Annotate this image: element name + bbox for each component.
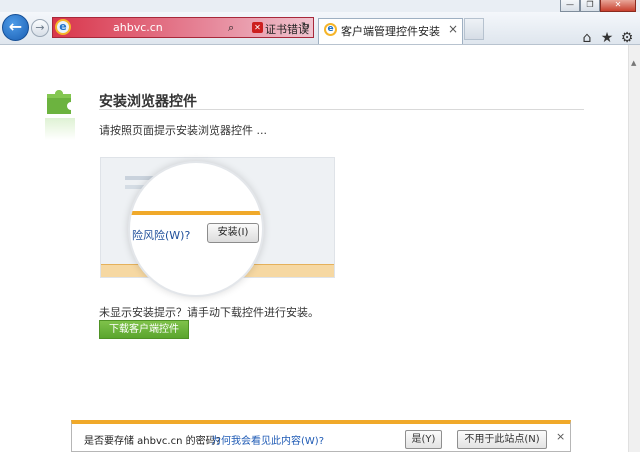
- tab-title: 客户端管理控件安装: [341, 25, 440, 38]
- ie-tab-icon: e: [324, 23, 337, 36]
- search-icon[interactable]: ⌕: [228, 21, 234, 35]
- title-bar: — ❐ ✕: [0, 0, 640, 12]
- navigation-bar: ← → e ahbvc.cn ⌕ ✕ 证书错误 ↻ e 客户端管理控件安装 × …: [0, 12, 640, 46]
- puzzle-reflection: [45, 118, 75, 140]
- manual-download-hint: 未显示安装提示？请手动下载控件进行安装。: [99, 306, 319, 319]
- page-title: 安装浏览器控件: [99, 94, 197, 110]
- not-for-this-site-button[interactable]: 不用于此站点(N): [457, 430, 547, 449]
- settings-icon[interactable]: ⚙: [620, 30, 634, 46]
- instruction-text: 请按照页面提示安装浏览器控件 ...: [99, 124, 267, 137]
- address-url[interactable]: ahbvc.cn: [113, 21, 163, 34]
- close-window-button[interactable]: ✕: [600, 0, 636, 12]
- magnifier-illustration: 险风险(W)? 安装(I): [128, 161, 264, 297]
- yes-button[interactable]: 是(Y): [405, 430, 442, 449]
- download-client-button[interactable]: 下载客户端控件: [99, 320, 189, 339]
- illustration-install-button: 安装(I): [207, 223, 259, 243]
- toolbar-icons: ⌂ ★ ⚙: [580, 30, 634, 46]
- window-controls: — ❐ ✕: [560, 0, 636, 12]
- forward-button[interactable]: →: [31, 19, 49, 37]
- illustration-risk-text: 险风险(W)?: [132, 229, 191, 242]
- magnifier-prompt-bar: [130, 211, 262, 215]
- tab-close-icon[interactable]: ×: [448, 22, 458, 36]
- cert-error-icon[interactable]: ✕: [252, 22, 263, 33]
- heading-divider: [99, 109, 584, 110]
- minimize-button[interactable]: —: [560, 0, 580, 12]
- save-password-question: 是否要存储 ahbvc.cn 的密码?: [84, 436, 221, 447]
- tab-active[interactable]: e 客户端管理控件安装 ×: [318, 18, 463, 44]
- scroll-up-icon[interactable]: ▲: [631, 59, 636, 67]
- close-notification-icon[interactable]: ×: [556, 430, 565, 443]
- vertical-scrollbar[interactable]: ▲: [628, 45, 640, 452]
- favorites-icon[interactable]: ★: [600, 30, 614, 46]
- refresh-icon[interactable]: ↻: [301, 20, 310, 33]
- back-button[interactable]: ←: [2, 14, 29, 41]
- save-password-notification: 是否要存储 ahbvc.cn 的密码? 为何我会看见此内容(W)? 是(Y) 不…: [71, 420, 571, 452]
- restore-button[interactable]: ❐: [580, 0, 600, 12]
- ie-icon: e: [55, 19, 71, 35]
- why-see-this-link[interactable]: 为何我会看见此内容(W)?: [211, 432, 324, 447]
- puzzle-icon: [47, 90, 71, 114]
- new-tab-button[interactable]: [464, 18, 484, 40]
- home-icon[interactable]: ⌂: [580, 30, 594, 46]
- address-bar[interactable]: e ahbvc.cn ⌕ ✕ 证书错误 ↻: [52, 17, 314, 38]
